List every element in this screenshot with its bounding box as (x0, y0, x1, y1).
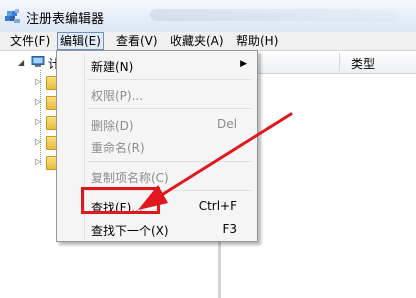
menu-item-rename[interactable]: 重命名(R) (57, 136, 257, 156)
menu-item-label: 新建(N) (91, 60, 134, 74)
registry-editor-icon (5, 9, 20, 23)
menu-file[interactable]: 文件(F) (8, 33, 52, 49)
column-header-type[interactable]: 类型 (351, 55, 375, 72)
menu-edit[interactable]: 编辑(E) (57, 32, 104, 50)
column-divider[interactable] (339, 53, 340, 71)
menu-separator (87, 108, 252, 109)
menu-item-label: 复制项名称(C) (91, 171, 169, 185)
menu-item-label: 权限(P)... (91, 89, 144, 103)
computer-icon (31, 56, 45, 67)
menu-item-permissions[interactable]: 权限(P)... (57, 84, 257, 104)
menu-item-label: 删除(D) (91, 119, 134, 133)
annotation-highlight-box (81, 187, 160, 214)
menu-item-shortcut: Ctrl+F (198, 199, 237, 213)
blurred-region (150, 9, 400, 21)
menu-item-shortcut: Del (217, 117, 237, 131)
menu-item-find-next[interactable]: 查找下一个(X) F3 (57, 219, 257, 239)
submenu-arrow-icon: ▶ (240, 59, 247, 69)
collapse-arrow-icon[interactable]: ◢ (18, 58, 24, 67)
menu-item-label: 重命名(R) (91, 141, 145, 155)
menu-item-delete[interactable]: 删除(D) Del (57, 114, 257, 134)
menu-item-label: 查找下一个(X) (91, 224, 169, 238)
expand-arrow-icon[interactable]: ▷ (35, 157, 43, 166)
window-title: 注册表编辑器 (26, 12, 105, 27)
menu-bar: 文件(F) 编辑(E) 查看(V) 收藏夹(A) 帮助(H) (0, 32, 416, 51)
menu-separator (87, 79, 252, 80)
menu-help[interactable]: 帮助(H) (234, 33, 280, 49)
expand-arrow-icon[interactable]: ▷ (35, 97, 43, 106)
menu-favorites[interactable]: 收藏夹(A) (168, 33, 226, 49)
menu-item-copy-key-name[interactable]: 复制项名称(C) (57, 166, 257, 186)
title-bar: 注册表编辑器 (0, 0, 416, 32)
menu-item-shortcut: F3 (222, 222, 237, 236)
expand-arrow-icon[interactable]: ▷ (35, 117, 43, 126)
menu-separator (87, 161, 252, 162)
expand-arrow-icon[interactable]: ▷ (35, 77, 43, 86)
menu-view[interactable]: 查看(V) (114, 33, 160, 49)
menu-item-new[interactable]: 新建(N) ▶ (57, 55, 257, 75)
expand-arrow-icon[interactable]: ▷ (35, 137, 43, 146)
